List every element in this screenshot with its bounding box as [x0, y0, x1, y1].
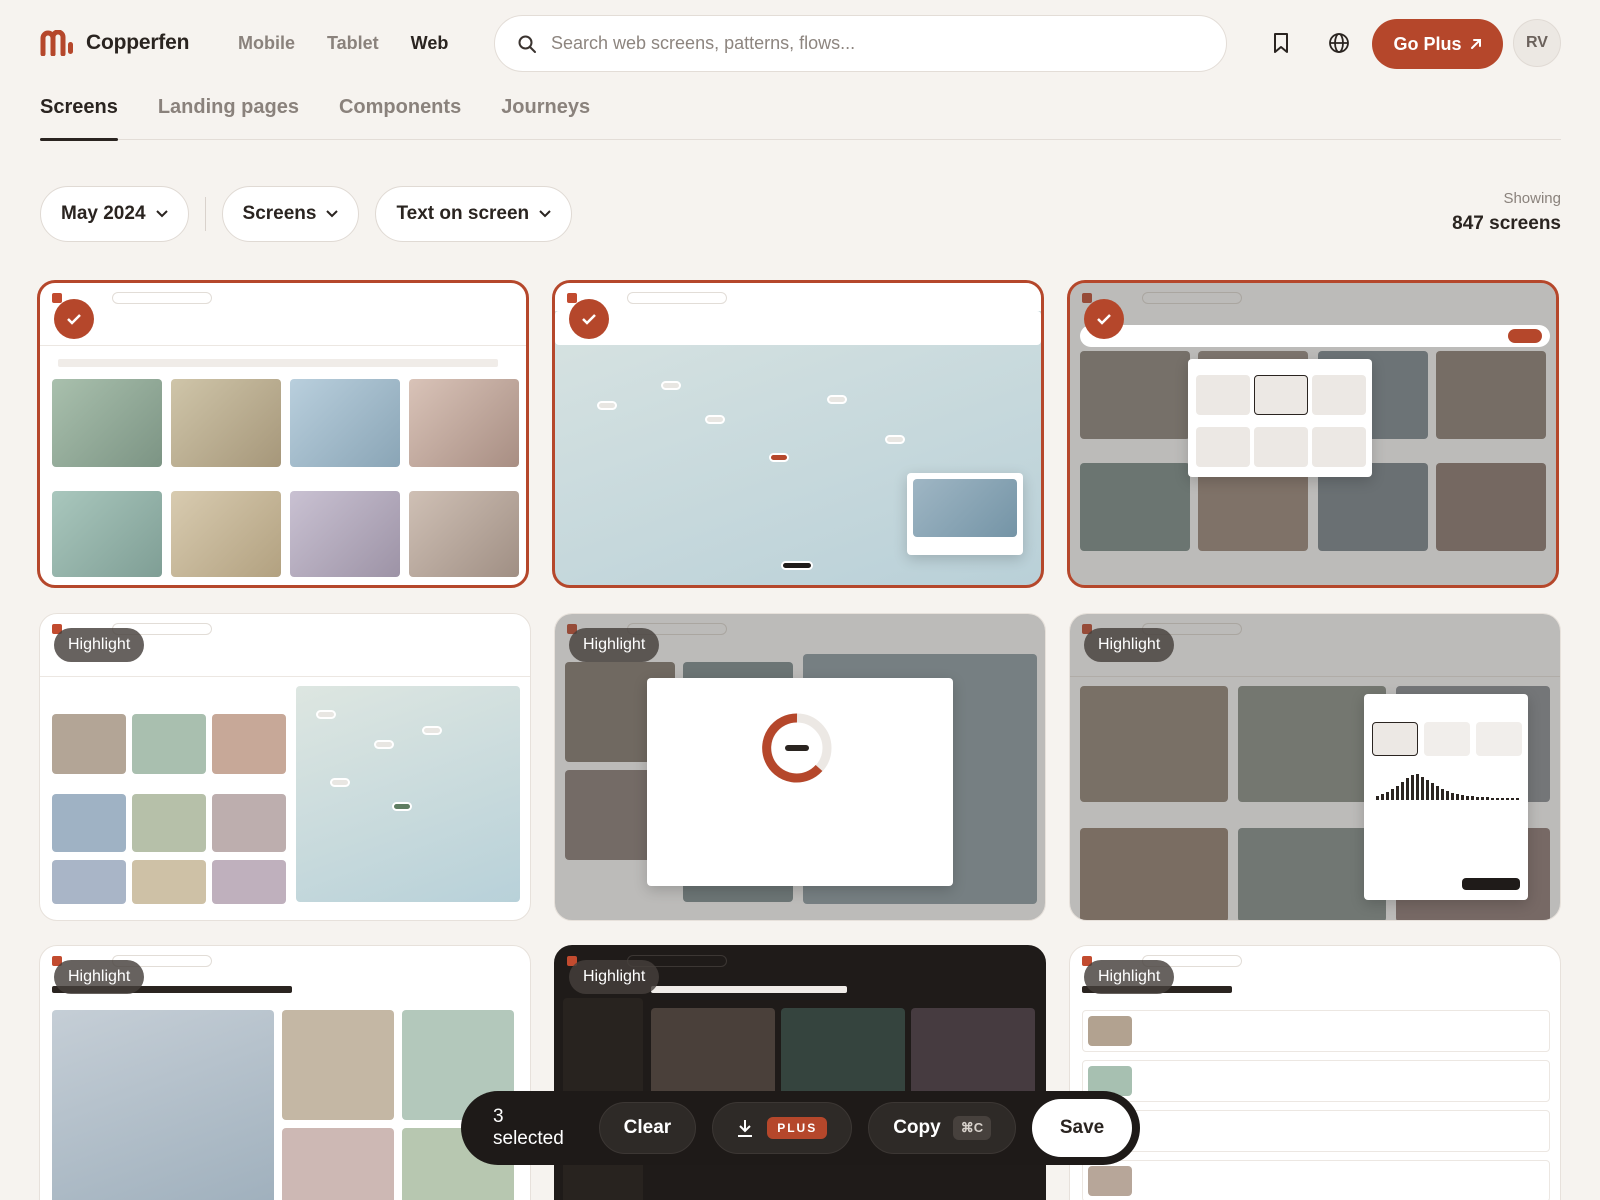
- text-filter-label: Text on screen: [396, 203, 530, 224]
- platform-switcher: Mobile Tablet Web: [238, 33, 448, 54]
- search-bar: [494, 15, 1227, 72]
- brand-name: Copperfen: [86, 31, 190, 54]
- screen-card[interactable]: [1067, 280, 1559, 588]
- search-input[interactable]: [551, 33, 1171, 54]
- platform-web[interactable]: Web: [411, 33, 449, 54]
- chevron-down-icon: [326, 210, 339, 218]
- download-icon: [738, 1120, 753, 1137]
- highlight-badge: Highlight: [569, 960, 660, 994]
- card-browser-chrome: [40, 283, 526, 311]
- logo[interactable]: Copperfen: [40, 30, 189, 56]
- screen-card[interactable]: Highlight: [1069, 613, 1561, 921]
- thumbnail: [171, 491, 281, 577]
- bookmark-icon: [1274, 33, 1288, 53]
- highlight-badge: Highlight: [569, 628, 660, 662]
- content-tabs: Screens Landing pages Components Journey…: [40, 96, 1561, 141]
- thumbnail: [290, 491, 400, 577]
- platform-tablet[interactable]: Tablet: [327, 33, 379, 54]
- language-button[interactable]: [1322, 26, 1356, 60]
- check-icon[interactable]: [54, 299, 94, 339]
- thumbnail: [171, 379, 281, 467]
- screen-card[interactable]: [37, 280, 529, 588]
- copy-label: Copy: [893, 1117, 941, 1138]
- save-button[interactable]: Save: [1032, 1099, 1132, 1157]
- screen-card[interactable]: Highlight: [554, 613, 1046, 921]
- result-count-label: Showing: [1503, 190, 1561, 207]
- filter-bar: May 2024 Screens Text on screen: [40, 186, 573, 242]
- screen-card[interactable]: [552, 280, 1044, 588]
- filter-divider: [204, 197, 206, 231]
- globe-icon: [1329, 33, 1349, 53]
- chevron-down-icon: [539, 210, 551, 218]
- avatar[interactable]: RV: [1513, 19, 1561, 67]
- tab-components[interactable]: Components: [339, 96, 461, 140]
- clear-button[interactable]: Clear: [598, 1102, 697, 1154]
- card-browser-chrome: [555, 283, 1041, 311]
- result-count-value: 847 screens: [1452, 213, 1561, 234]
- selection-bar: 3 selected Clear PLUS Copy ⌘C Save: [461, 1091, 1140, 1165]
- date-filter-label: May 2024: [61, 203, 146, 224]
- plus-badge: PLUS: [767, 1117, 828, 1139]
- chevron-down-icon: [155, 210, 168, 218]
- selection-count: 3 selected: [493, 1106, 564, 1149]
- tab-journeys[interactable]: Journeys: [501, 96, 590, 140]
- thumbnail: [290, 379, 400, 467]
- platform-mobile[interactable]: Mobile: [238, 33, 295, 54]
- tab-screens[interactable]: Screens: [40, 96, 118, 141]
- check-icon[interactable]: [569, 299, 609, 339]
- go-plus-label: Go Plus: [1393, 33, 1462, 54]
- screen-card[interactable]: Highlight: [1069, 945, 1561, 1200]
- download-button[interactable]: PLUS: [712, 1102, 853, 1154]
- copperfen-logo-icon: [40, 30, 73, 56]
- type-filter-label: Screens: [242, 203, 317, 224]
- copy-button[interactable]: Copy ⌘C: [868, 1102, 1017, 1154]
- thumbnail: [52, 491, 162, 577]
- text-filter[interactable]: Text on screen: [375, 186, 573, 242]
- go-plus-button[interactable]: Go Plus: [1372, 19, 1503, 69]
- top-bar: Copperfen Mobile Tablet Web Go Plus RV: [0, 0, 1600, 88]
- thumbnail: [52, 379, 162, 467]
- search-icon: [518, 35, 536, 53]
- highlight-badge: Highlight: [1084, 960, 1175, 994]
- screen-card[interactable]: Highlight: [39, 945, 531, 1200]
- thumbnail: [409, 379, 519, 467]
- arrow-up-right-icon: [1470, 39, 1481, 49]
- tab-landing-pages[interactable]: Landing pages: [158, 96, 299, 140]
- check-icon[interactable]: [1084, 299, 1124, 339]
- highlight-badge: Highlight: [54, 960, 145, 994]
- highlight-badge: Highlight: [1084, 628, 1175, 662]
- date-filter[interactable]: May 2024: [40, 186, 189, 242]
- result-count: Showing 847 screens: [1452, 190, 1561, 235]
- bookmark-button[interactable]: [1264, 26, 1298, 60]
- thumbnail: [409, 491, 519, 577]
- copy-shortcut: ⌘C: [952, 1116, 992, 1140]
- highlight-badge: Highlight: [54, 628, 145, 662]
- screen-card[interactable]: Highlight: [39, 613, 531, 921]
- type-filter[interactable]: Screens: [221, 186, 360, 242]
